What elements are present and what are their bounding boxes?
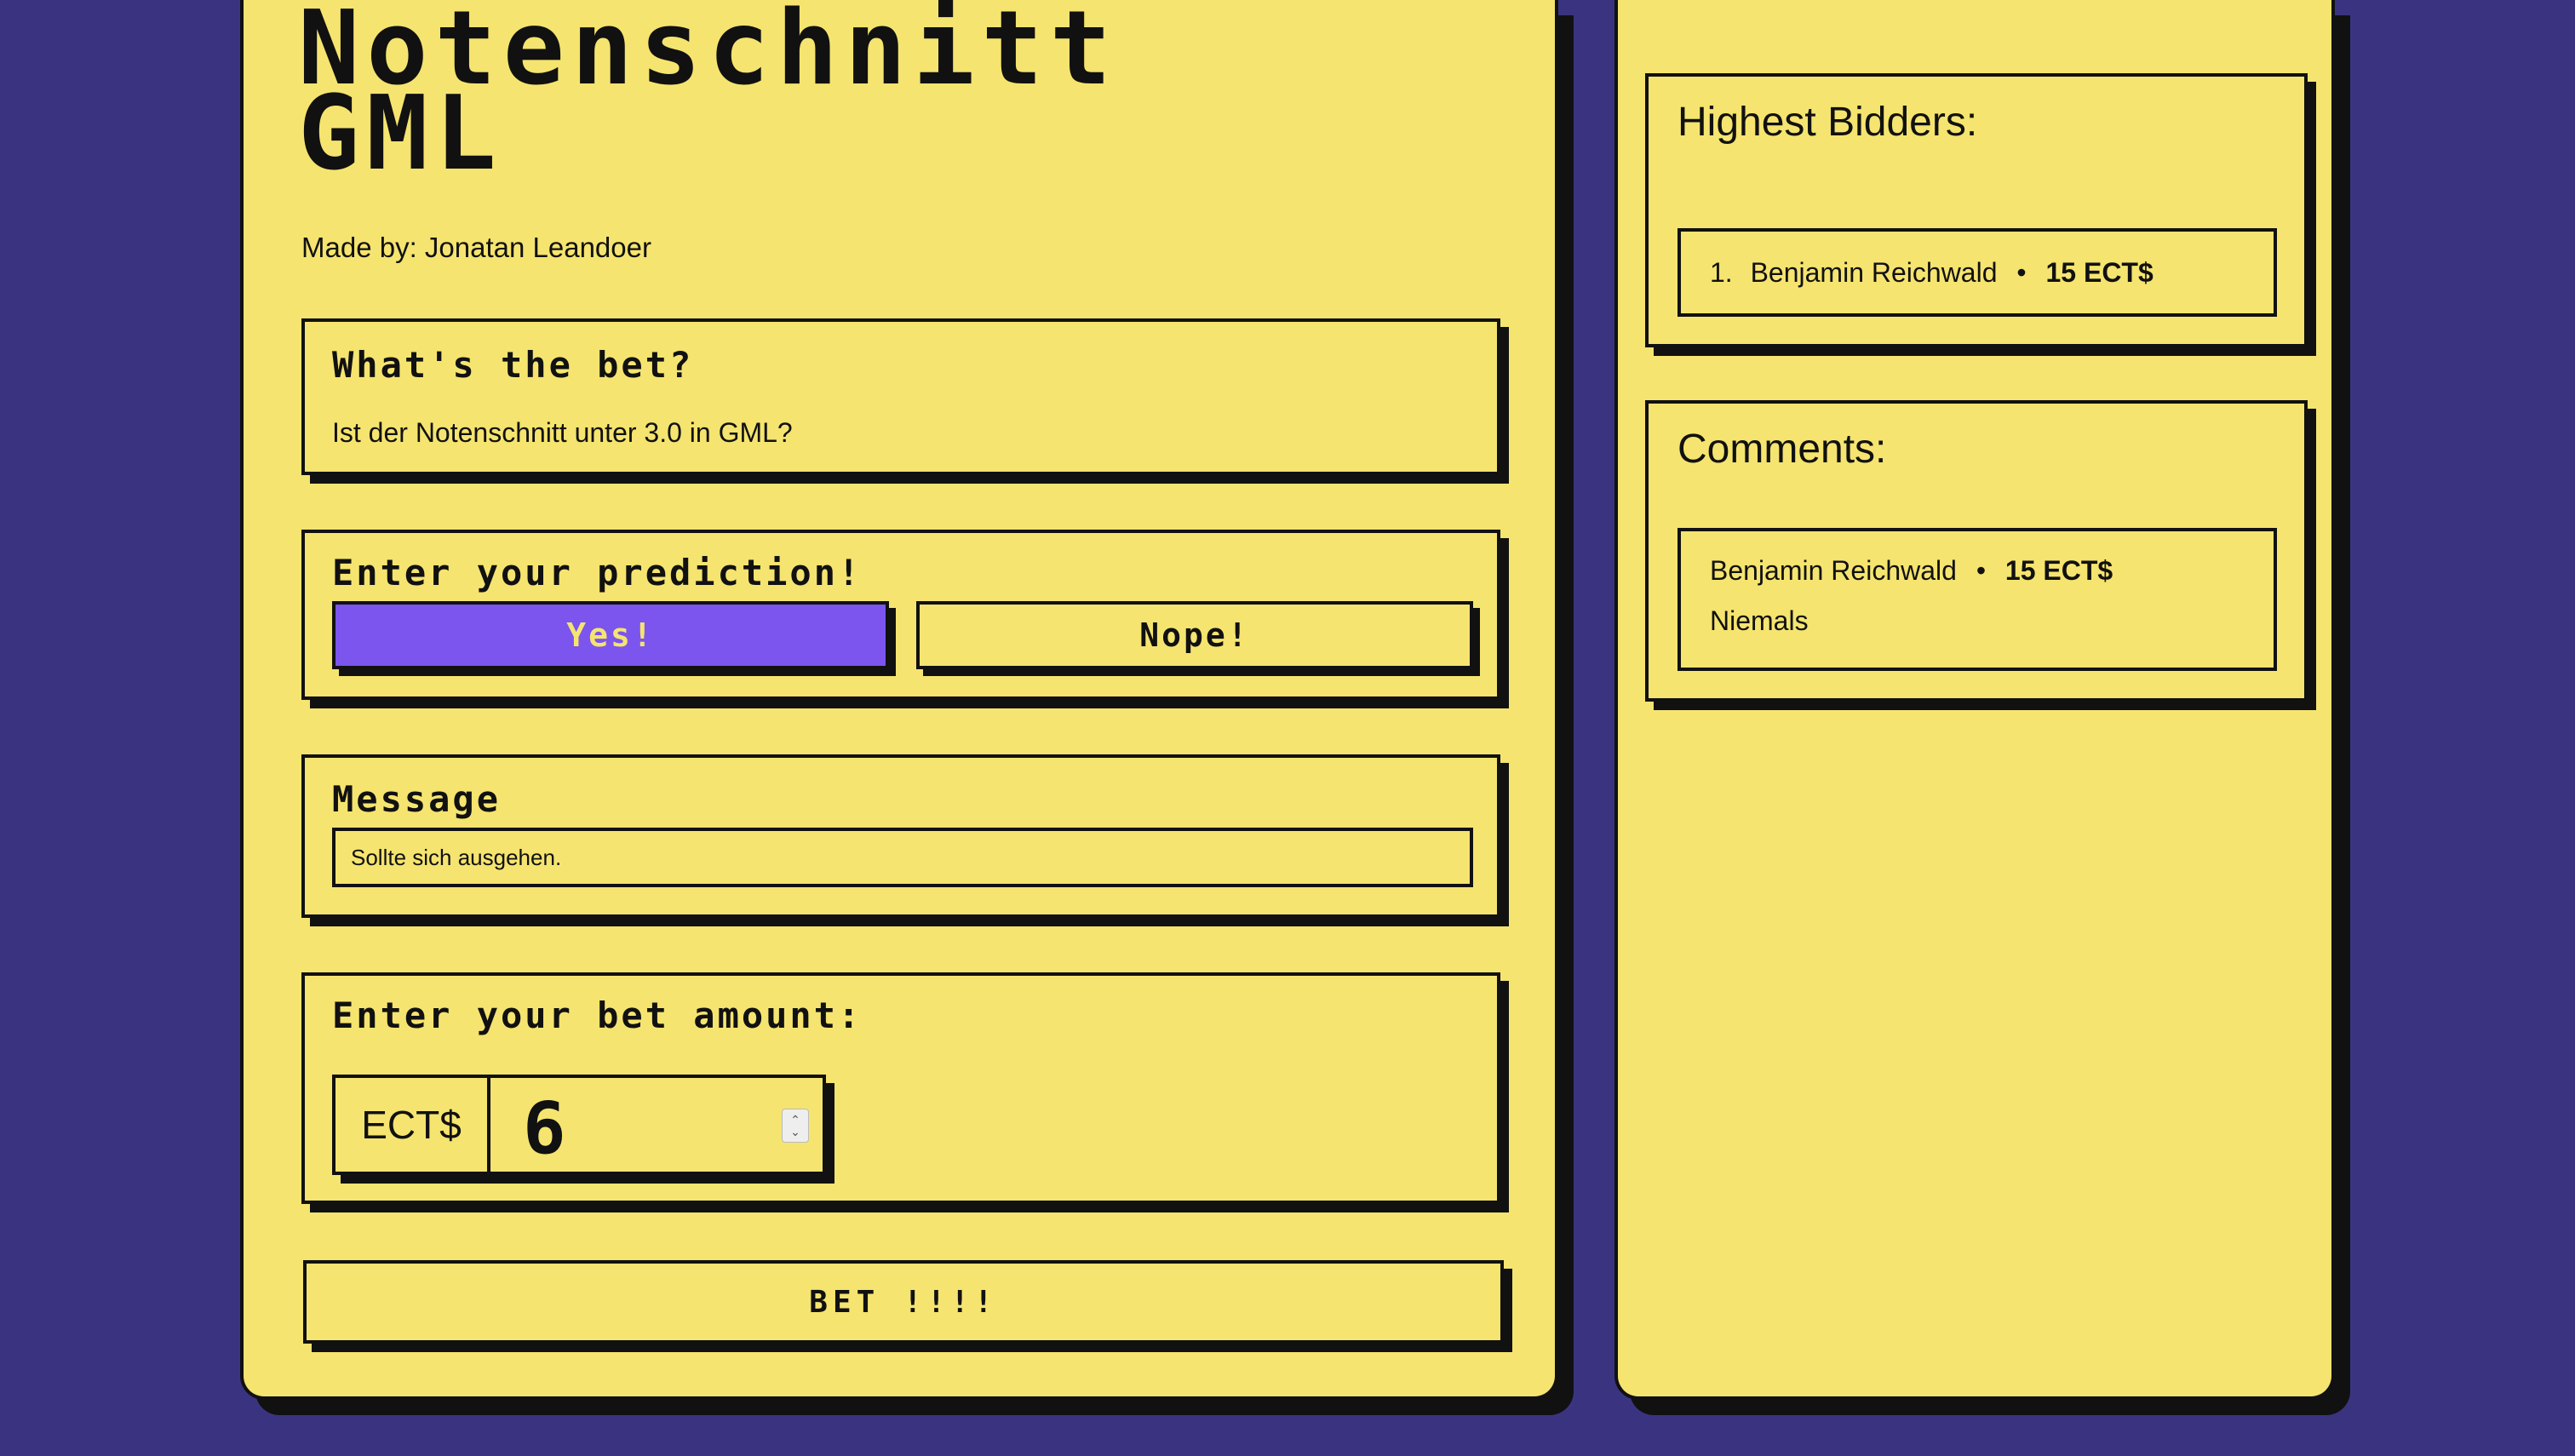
message-card: Message (301, 754, 1500, 918)
bet-amount-input-group: ECT$ 6 ⌃ ⌄ (332, 1075, 826, 1175)
comments-card: Comments: Benjamin Reichwald • 15 ECT$ N… (1645, 400, 2308, 702)
bet-question-card: What's the bet? Ist der Notenschnitt unt… (301, 318, 1500, 475)
commenter-name: Benjamin Reichwald (1710, 555, 1957, 586)
message-heading: Message (332, 778, 502, 820)
prediction-card: Enter your prediction! Yes! Nope! (301, 530, 1500, 700)
highest-bidders-card: Highest Bidders: 1. Benjamin Reichwald •… (1645, 73, 2308, 347)
bet-amount-input[interactable]: 6 ⌃ ⌄ (490, 1075, 826, 1175)
nope-button[interactable]: Nope! (916, 601, 1473, 669)
bet-form-panel: Notenschnitt GML Made by: Jonatan Leando… (240, 0, 1558, 1400)
author-credit: Made by: Jonatan Leandoer (301, 232, 651, 263)
comments-heading: Comments: (1677, 427, 1887, 472)
highest-bidders-heading: Highest Bidders: (1677, 100, 1978, 145)
bidder-name: Benjamin Reichwald (1750, 257, 1998, 288)
bidder-rank: 1. (1710, 257, 1733, 288)
bet-amount-card: Enter your bet amount: ECT$ 6 ⌃ ⌄ (301, 972, 1500, 1204)
prediction-heading: Enter your prediction! (332, 552, 863, 593)
bet-question-text: Ist der Notenschnitt unter 3.0 in GML? (332, 417, 793, 448)
bidder-amount: 15 ECT$ (2045, 257, 2153, 288)
bet-amount-value: 6 (523, 1086, 566, 1170)
message-input[interactable] (332, 828, 1473, 887)
yes-button[interactable]: Yes! (332, 601, 889, 669)
bet-amount-heading: Enter your bet amount: (332, 995, 863, 1036)
stepper-up-icon[interactable]: ⌃ (790, 1114, 800, 1126)
page-title: Notenschnitt GML (298, 0, 1118, 186)
comment-list-item: Benjamin Reichwald • 15 ECT$ Niemals (1677, 528, 2277, 671)
bet-question-heading: What's the bet? (332, 344, 694, 386)
number-stepper[interactable]: ⌃ ⌄ (782, 1109, 809, 1143)
stepper-down-icon[interactable]: ⌄ (790, 1126, 800, 1138)
comment-amount: 15 ECT$ (2004, 555, 2113, 586)
currency-label: ECT$ (332, 1075, 490, 1175)
sidebar-panel: Highest Bidders: 1. Benjamin Reichwald •… (1614, 0, 2335, 1400)
bidder-list-item: 1. Benjamin Reichwald • 15 ECT$ (1677, 228, 2277, 317)
bet-submit-button[interactable]: BET !!!! (303, 1260, 1504, 1344)
comment-text: Niemals (1710, 605, 1809, 636)
